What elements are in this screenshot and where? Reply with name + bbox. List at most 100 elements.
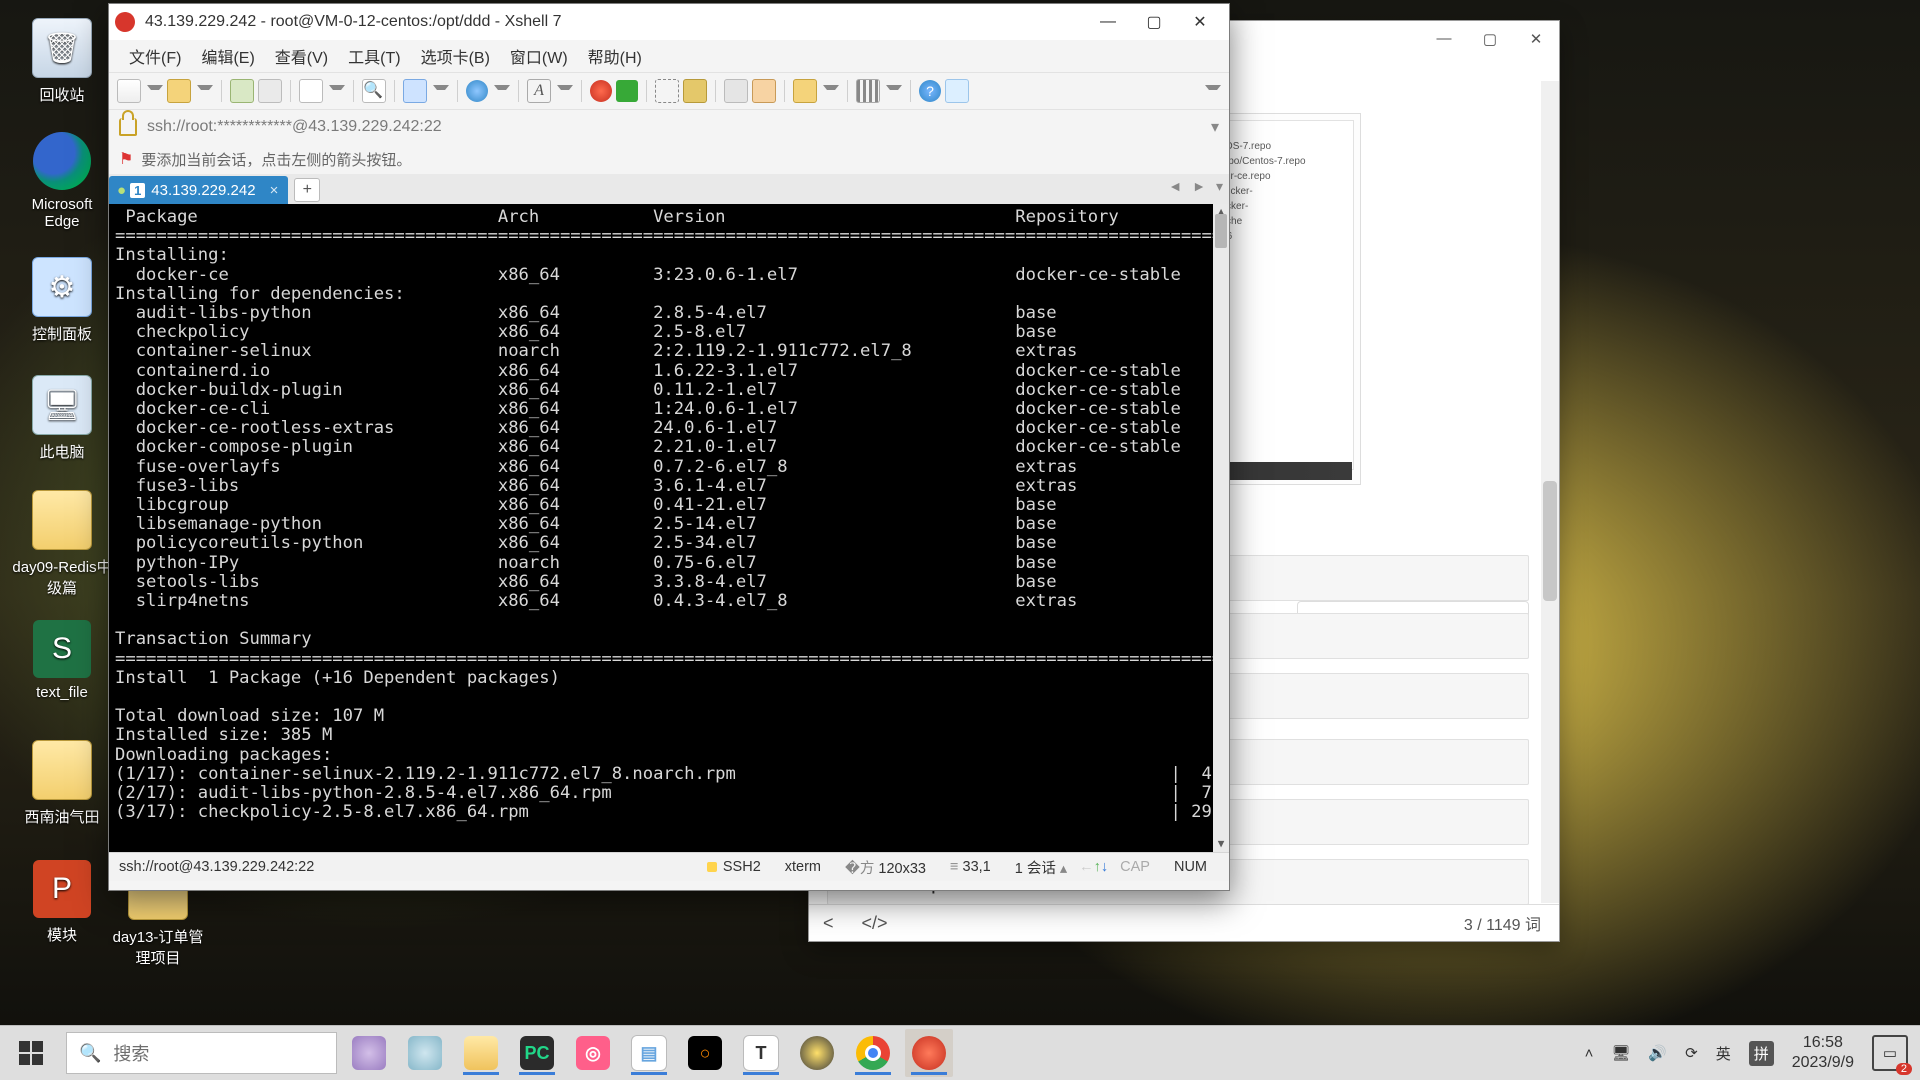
xshell-menubar[interactable]: 文件(F)编辑(E)查看(V)工具(T)选项卡(B)窗口(W)帮助(H): [109, 40, 1229, 72]
xshell-address-bar[interactable]: ssh://root:************@43.139.229.242:2…: [109, 110, 1229, 144]
link-icon[interactable]: [230, 79, 254, 103]
desktop-icon[interactable]: P模块: [12, 860, 112, 945]
status-connection: ssh://root@43.139.229.242:22: [119, 859, 314, 875]
bg-nav-back-icon[interactable]: <: [809, 913, 848, 934]
help-icon[interactable]: ?: [919, 80, 941, 102]
taskbar-qq[interactable]: [793, 1029, 841, 1077]
fullscreen-icon[interactable]: [655, 79, 679, 103]
copy-icon[interactable]: [299, 79, 323, 103]
xshell-window[interactable]: 43.139.229.242 - root@VM-0-12-centos:/op…: [108, 3, 1230, 891]
xshell-minimize-button[interactable]: ―: [1085, 7, 1131, 37]
menu-item[interactable]: 工具(T): [338, 40, 410, 72]
desktop-icon-label: day09-Redis中级篇: [12, 556, 112, 598]
desktop-icon-label: 回收站: [12, 84, 112, 105]
menu-item[interactable]: 选项卡(B): [411, 40, 500, 72]
taskbar-everything[interactable]: ○: [681, 1029, 729, 1077]
highlight-icon[interactable]: [752, 79, 776, 103]
chat-icon[interactable]: [945, 79, 969, 103]
taskbar-chrome[interactable]: [849, 1029, 897, 1077]
tray-monitor-icon[interactable]: 🖥: [1611, 1044, 1630, 1062]
dropdown-icon[interactable]: [197, 85, 213, 98]
tray-ime-indicator[interactable]: 拼: [1749, 1041, 1774, 1066]
tray-chevron-up-icon[interactable]: ˄: [1585, 1045, 1594, 1062]
taskbar-xshell[interactable]: [905, 1029, 953, 1077]
menu-item[interactable]: 查看(V): [265, 40, 338, 72]
bg-close-button[interactable]: ✕: [1513, 24, 1559, 54]
taskbar-clock[interactable]: 16:58 2023/9/9: [1792, 1033, 1854, 1073]
taskbar-tray[interactable]: ˄ 🖥 🔊 ⟳ 英 拼 16:58 2023/9/9 ▭ 2: [1573, 1033, 1920, 1073]
terminal-output[interactable]: Package Arch Version Repository Size ===…: [109, 204, 1229, 852]
desktop-icon[interactable]: day09-Redis中级篇: [12, 490, 112, 598]
tab-scroll-right-icon[interactable]: ►: [1192, 178, 1206, 195]
taskbar-jellyfish2-icon[interactable]: [401, 1029, 449, 1077]
menu-item[interactable]: 帮助(H): [578, 40, 652, 72]
start-button[interactable]: [0, 1026, 62, 1080]
taskbar-pink-app[interactable]: ◎: [569, 1029, 617, 1077]
xshell-tab-bar[interactable]: ● 1 43.139.229.242 × + ◄ ► ▾: [109, 174, 1229, 204]
search-icon[interactable]: 🔍: [362, 79, 386, 103]
xshell-close-button[interactable]: ✕: [1177, 7, 1223, 37]
bg-maximize-button[interactable]: ▢: [1467, 24, 1513, 54]
tray-ime-mode[interactable]: 英: [1716, 1043, 1731, 1064]
windows-taskbar[interactable]: 🔍 搜索 PC ◎ ▤ ○ T ˄ 🖥 🔊 ⟳ 英 拼 16:58 2023/9…: [0, 1025, 1920, 1080]
dropdown-icon[interactable]: [329, 85, 345, 98]
xshell-status-bar: ssh://root@43.139.229.242:22 SSH2 xterm …: [109, 852, 1229, 881]
desktop-icon[interactable]: 🗑回收站: [12, 18, 112, 105]
bg-minimize-button[interactable]: ―: [1421, 24, 1467, 54]
tabs-icon[interactable]: [793, 79, 817, 103]
new-tab-button[interactable]: +: [294, 178, 320, 202]
tray-sync-icon[interactable]: ⟳: [1685, 1044, 1698, 1062]
new-session-icon[interactable]: [117, 79, 141, 103]
taskbar-jellyfish-icon[interactable]: [345, 1029, 393, 1077]
globe-icon[interactable]: [466, 80, 488, 102]
font-icon[interactable]: A: [527, 79, 551, 103]
dropdown-icon[interactable]: [494, 85, 510, 98]
scrollbar-down-icon[interactable]: ▼: [1213, 836, 1229, 852]
desktop-icon[interactable]: ⚙控制面板: [12, 257, 112, 344]
desktop-icon[interactable]: Microsoft Edge: [12, 132, 112, 230]
tab-close-icon[interactable]: ×: [270, 182, 279, 199]
taskbar-typora[interactable]: T: [737, 1029, 785, 1077]
tab-list-icon[interactable]: ▾: [1216, 178, 1223, 195]
taskbar-search[interactable]: 🔍 搜索: [66, 1032, 337, 1074]
play-icon[interactable]: [616, 80, 638, 102]
status-protocol: SSH2: [695, 859, 773, 875]
tool-icon[interactable]: [724, 79, 748, 103]
dropdown-icon[interactable]: [823, 85, 839, 98]
bg-nav-code-icon[interactable]: </>: [848, 913, 902, 934]
taskbar-notifications[interactable]: ▭ 2: [1872, 1035, 1908, 1071]
terminal-scrollbar[interactable]: ▲ ▼: [1213, 204, 1229, 852]
toolbar-overflow-icon[interactable]: [1205, 85, 1221, 98]
xshell-titlebar[interactable]: 43.139.229.242 - root@VM-0-12-centos:/op…: [109, 4, 1229, 40]
xshell-session-tab[interactable]: ● 1 43.139.229.242 ×: [109, 176, 288, 204]
menu-item[interactable]: 文件(F): [119, 40, 191, 72]
unlink-icon[interactable]: [258, 79, 282, 103]
desktop-icon-label: day13-订单管理项目: [108, 926, 208, 968]
tab-scroll-left-icon[interactable]: ◄: [1168, 178, 1182, 195]
taskbar-notepad[interactable]: ▤: [625, 1029, 673, 1077]
xshell-toolbar[interactable]: 🔍 A ?: [109, 72, 1229, 110]
xshell-tab-host: 43.139.229.242: [151, 182, 255, 199]
xshell-address-text[interactable]: ssh://root:************@43.139.229.242:2…: [147, 118, 442, 136]
desktop-icon[interactable]: 🖥此电脑: [12, 375, 112, 462]
taskbar-file-explorer[interactable]: [457, 1029, 505, 1077]
layout-icon[interactable]: [856, 79, 880, 103]
desktop-icon[interactable]: Stext_file: [12, 620, 112, 701]
dropdown-icon[interactable]: [433, 85, 449, 98]
xshell-maximize-button[interactable]: ▢: [1131, 7, 1177, 37]
desktop-icon[interactable]: 西南油气田: [12, 740, 112, 827]
address-dropdown-icon[interactable]: ▾: [1211, 117, 1219, 137]
scrollbar-thumb[interactable]: [1215, 214, 1227, 248]
lock-icon[interactable]: [683, 79, 707, 103]
menu-item[interactable]: 编辑(E): [191, 40, 264, 72]
record-icon[interactable]: [590, 80, 612, 102]
dropdown-icon[interactable]: [886, 85, 902, 98]
taskbar-pycharm[interactable]: PC: [513, 1029, 561, 1077]
tray-volume-icon[interactable]: 🔊: [1648, 1044, 1667, 1062]
paste-icon[interactable]: [403, 79, 427, 103]
open-folder-icon[interactable]: [167, 79, 191, 103]
dropdown-icon[interactable]: [147, 85, 163, 98]
bg-scrollbar[interactable]: [1541, 81, 1559, 903]
menu-item[interactable]: 窗口(W): [500, 40, 578, 72]
dropdown-icon[interactable]: [557, 85, 573, 98]
